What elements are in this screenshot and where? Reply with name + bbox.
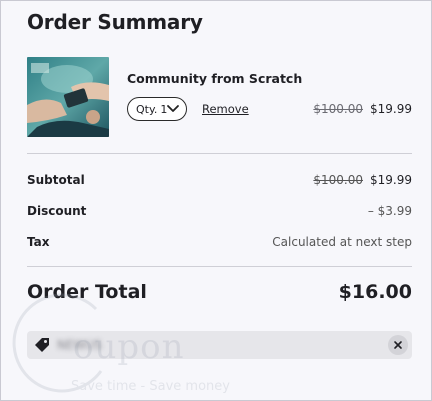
remove-link[interactable]: Remove (202, 102, 249, 116)
subtotal-label: Subtotal (27, 173, 85, 187)
remove-coupon-button[interactable] (388, 335, 408, 355)
order-summary-title: Order Summary (27, 10, 203, 34)
close-icon (394, 341, 402, 349)
watermark-tagline: Save time - Save money (71, 379, 230, 394)
order-total-value: $16.00 (338, 281, 412, 303)
discount-label: Discount (27, 204, 87, 218)
product-sale-price: $19.99 (370, 102, 412, 116)
tax-label: Tax (27, 235, 50, 249)
divider (27, 153, 412, 154)
chevron-down-icon (166, 103, 180, 118)
coupon-code: NEWUS (57, 338, 102, 352)
order-summary-panel: Order Summary Community from Scratch Qty… (0, 0, 432, 401)
subtotal-original: $100.00 (313, 173, 363, 187)
quantity-label: Qty. (136, 102, 158, 116)
tag-icon (34, 337, 50, 357)
quantity-select[interactable]: Qty. 1 (127, 97, 187, 121)
order-total-label: Order Total (27, 281, 147, 303)
discount-value: – $3.99 (367, 204, 412, 218)
divider (27, 266, 412, 267)
tax-value: Calculated at next step (272, 235, 412, 249)
product-thumbnail (27, 57, 109, 137)
applied-coupon-chip: NEWUS (27, 331, 412, 359)
product-original-price: $100.00 (313, 102, 363, 116)
subtotal-value: $19.99 (370, 173, 412, 187)
product-name: Community from Scratch (127, 71, 303, 86)
